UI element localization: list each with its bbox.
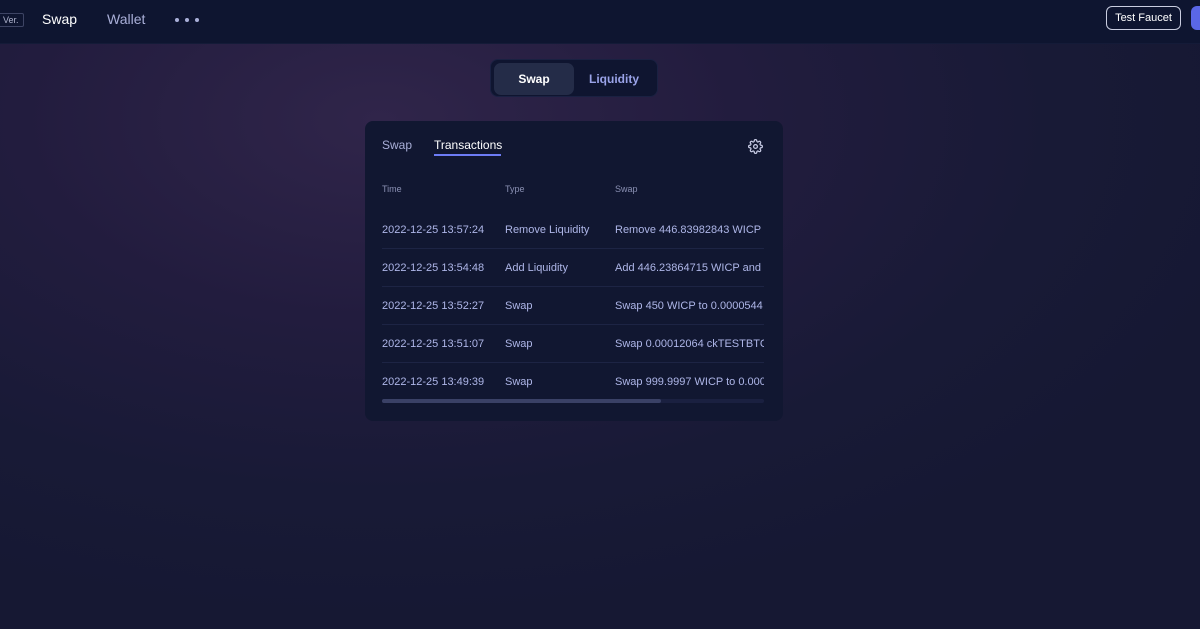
column-header-type: Type — [505, 184, 525, 194]
scrollbar-thumb[interactable] — [382, 399, 661, 403]
transactions-card: Swap Transactions Time Type Swap 2022-12… — [365, 121, 783, 421]
cell-time: 2022-12-25 13:49:39 — [382, 376, 485, 388]
table-row: 2022-12-25 13:57:24 Remove Liquidity Rem… — [382, 211, 764, 249]
test-faucet-button[interactable]: Test Faucet — [1106, 6, 1181, 30]
cell-time: 2022-12-25 13:54:48 — [382, 262, 485, 274]
tab-swap[interactable]: Swap — [382, 138, 412, 152]
swap-liquidity-switch: Swap Liquidity — [490, 59, 658, 97]
table-row: 2022-12-25 13:49:39 Swap Swap 999.9997 W… — [382, 363, 764, 401]
table-row: 2022-12-25 13:54:48 Add Liquidity Add 44… — [382, 249, 764, 287]
cell-time: 2022-12-25 13:52:27 — [382, 300, 485, 312]
connect-wallet-button[interactable] — [1191, 6, 1200, 30]
cell-type: Add Liquidity — [505, 262, 568, 274]
cell-swap: Remove 446.83982843 WICP and — [615, 224, 764, 236]
dot — [175, 18, 179, 22]
gear-icon[interactable] — [748, 139, 763, 154]
cell-time: 2022-12-25 13:51:07 — [382, 338, 485, 350]
column-header-swap: Swap — [615, 184, 638, 194]
version-badge: Ver. — [0, 13, 24, 27]
table-row: 2022-12-25 13:51:07 Swap Swap 0.00012064… — [382, 325, 764, 363]
dot — [195, 18, 199, 22]
table-header: Time Type Swap — [382, 173, 764, 209]
more-horizontal-icon[interactable] — [175, 14, 199, 26]
column-header-time: Time — [382, 184, 402, 194]
dot — [185, 18, 189, 22]
transactions-table: Time Type Swap 2022-12-25 13:57:24 Remov… — [382, 173, 764, 407]
cell-type: Remove Liquidity — [505, 224, 590, 236]
switch-liquidity-button[interactable]: Liquidity — [574, 63, 654, 95]
cell-time: 2022-12-25 13:57:24 — [382, 224, 485, 236]
cell-type: Swap — [505, 300, 533, 312]
table-row: 2022-12-25 13:52:27 Swap Swap 450 WICP t… — [382, 287, 764, 325]
top-navigation-bar: Ver. Swap Wallet Test Faucet — [0, 0, 1200, 44]
nav-swap-link[interactable]: Swap — [42, 11, 77, 27]
tab-transactions[interactable]: Transactions — [434, 138, 502, 152]
nav-wallet-link[interactable]: Wallet — [107, 11, 145, 27]
cell-swap: Swap 450 WICP to 0.0000544 — [615, 300, 763, 312]
active-tab-indicator — [434, 154, 501, 156]
cell-swap: Swap 0.00012064 ckTESTBTC to — [615, 338, 764, 350]
cell-type: Swap — [505, 376, 533, 388]
cell-type: Swap — [505, 338, 533, 350]
switch-swap-button[interactable]: Swap — [494, 63, 574, 95]
cell-swap: Swap 999.9997 WICP to 0.000 — [615, 376, 764, 388]
horizontal-scrollbar[interactable] — [382, 399, 764, 403]
cell-swap: Add 446.23864715 WICP and 0 — [615, 262, 764, 274]
